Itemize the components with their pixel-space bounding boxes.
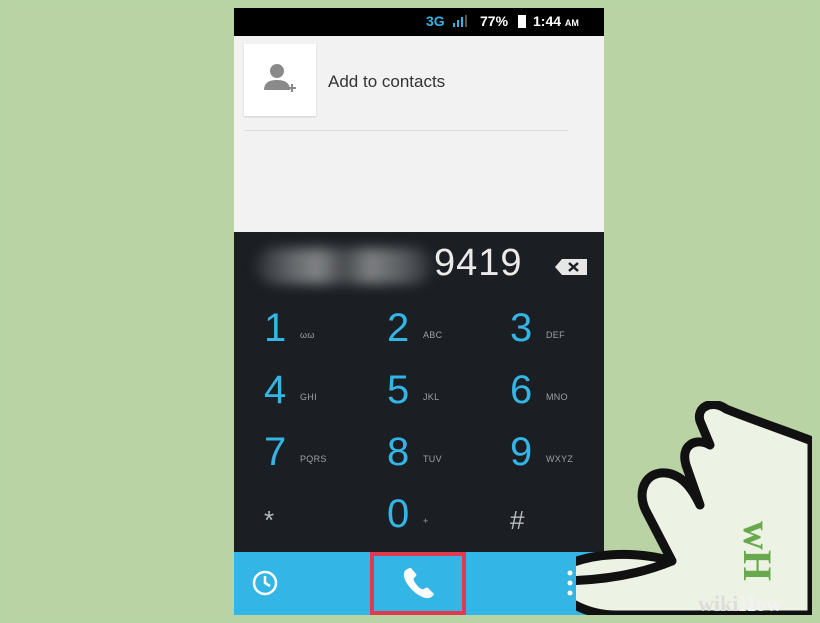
key-digit: 5: [387, 368, 410, 412]
key-digit: 9: [510, 430, 533, 474]
add-to-contacts-link[interactable]: Add to contacts: [328, 72, 445, 92]
key-digit: #: [510, 505, 525, 535]
key-2[interactable]: 2 ABC: [357, 298, 480, 360]
key-8[interactable]: 8 TUV: [357, 422, 480, 484]
key-digit: 0: [387, 492, 410, 536]
network-type: 3G: [426, 13, 445, 29]
watermark-wiki: wiki: [698, 591, 739, 615]
phone-screen: 3G 77% 1:44 AM Add to contacts 9419 1 ωω…: [234, 8, 604, 615]
wikihow-logo-letters: wH: [735, 521, 780, 581]
contacts-suggestion-area: Add to contacts: [234, 36, 604, 232]
backspace-icon[interactable]: [554, 258, 588, 276]
watermark-how: How: [738, 591, 783, 615]
battery-icon: [518, 15, 526, 28]
key-letters: DEF: [546, 330, 565, 340]
clock-suffix: AM: [564, 18, 579, 28]
phone-icon: [403, 568, 434, 599]
key-0[interactable]: 0 +: [357, 484, 480, 546]
divider: [244, 130, 568, 131]
key-letters: JKL: [423, 392, 440, 402]
add-contact-icon[interactable]: [244, 44, 316, 116]
key-digit: 8: [387, 430, 410, 474]
blurred-digits: [256, 248, 432, 284]
key-digit: 7: [264, 430, 287, 474]
signal-icon: [453, 15, 467, 27]
key-digit: 3: [510, 306, 533, 350]
key-9[interactable]: 9 WXYZ: [480, 422, 603, 484]
pointing-hand-icon: wH: [576, 401, 812, 615]
dialed-digits: 9419: [434, 242, 523, 284]
key-letters: MNO: [546, 392, 568, 402]
key-6[interactable]: 6 MNO: [480, 360, 603, 422]
clock-time: 1:44: [533, 13, 562, 29]
key-7[interactable]: 7 PQRS: [234, 422, 357, 484]
key-letters: +: [423, 516, 429, 526]
key-letters: WXYZ: [546, 454, 574, 464]
dial-keypad: 1 ωω 2 ABC 3 DEF 4 GHI 5 JKL 6 MNO 7 PQRS 8 TUV …: [234, 298, 604, 552]
key-letters: TUV: [423, 454, 442, 464]
key-letters: ABC: [423, 330, 443, 340]
illustration-frame: 3G 77% 1:44 AM Add to contacts 9419 1 ωω…: [8, 8, 812, 615]
dialed-number-field[interactable]: 9419: [234, 232, 604, 298]
key-letters: PQRS: [300, 454, 327, 464]
key-digit: 4: [264, 368, 287, 412]
dialer-action-bar: [234, 552, 604, 615]
key-3[interactable]: 3 DEF: [480, 298, 603, 360]
clock: 1:44 AM: [533, 13, 579, 29]
key-digit: 1: [264, 306, 287, 350]
call-button[interactable]: [370, 552, 466, 615]
key-5[interactable]: 5 JKL: [357, 360, 480, 422]
key-star[interactable]: *: [234, 484, 357, 546]
key-4[interactable]: 4 GHI: [234, 360, 357, 422]
key-1[interactable]: 1 ωω: [234, 298, 357, 360]
clock-icon[interactable]: [248, 566, 282, 600]
key-digit: *: [264, 505, 275, 535]
overflow-menu-icon[interactable]: [566, 568, 574, 598]
key-hash[interactable]: #: [480, 484, 603, 546]
key-letters: GHI: [300, 392, 317, 402]
battery-percent: 77%: [480, 13, 509, 29]
wikihow-watermark: wikiHow: [698, 591, 782, 615]
voicemail-icon: ωω: [300, 330, 315, 340]
key-digit: 6: [510, 368, 533, 412]
key-digit: 2: [387, 306, 410, 350]
status-bar: 3G 77% 1:44 AM: [234, 8, 604, 36]
